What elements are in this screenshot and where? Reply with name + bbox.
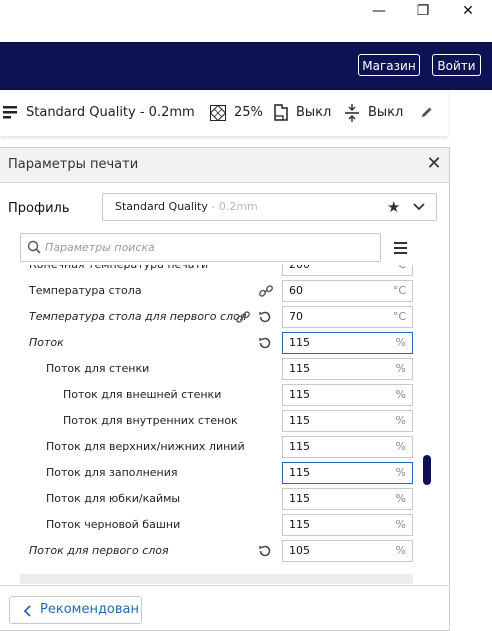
settings-list[interactable]: Конечная температура печати 200°C Темпер… [20, 265, 420, 583]
profile-label: Профиль [8, 201, 70, 216]
infill-value: 25% [234, 105, 263, 120]
reset-icon[interactable] [257, 335, 273, 351]
window-title-bar: — ❐ ✕ [0, 0, 492, 42]
star-icon[interactable]: ★ [387, 194, 400, 220]
setting-input-infill-flow[interactable]: 115% [282, 462, 413, 484]
setting-row-top-bottom-flow: Поток для верхних/нижних линий 115% [20, 434, 420, 460]
profile-dropdown[interactable]: Standard Quality - 0.2mm ★ [102, 193, 437, 221]
profile-layers-icon [3, 106, 17, 119]
link-icon[interactable] [235, 309, 251, 325]
profile-dropdown-value: Standard Quality - 0.2mm [115, 194, 258, 220]
profile-name: Standard Quality [115, 200, 208, 213]
setting-row-infill-flow: Поток для заполнения 115% [20, 460, 420, 486]
setting-input-initial-layer-flow[interactable]: 105% [282, 540, 413, 562]
maximize-icon[interactable]: ❐ [408, 4, 438, 18]
setting-row-skirt-brim-flow: Поток для юбки/каймы 115% [20, 486, 420, 512]
setting-row-prime-tower-flow: Поток черновой башни 115% [20, 512, 420, 538]
close-panel-icon[interactable]: ✕ [424, 154, 444, 174]
settings-search-input[interactable]: Параметры поиска [20, 233, 381, 262]
setting-row-final-print-temperature: Конечная температура печати 200°C [20, 265, 420, 278]
search-placeholder: Параметры поиска [45, 241, 155, 254]
close-window-icon[interactable]: ✕ [453, 4, 483, 18]
app-header: Магазин Войти [0, 42, 492, 90]
setting-row-flow: Поток 115% [20, 330, 420, 356]
chevron-down-icon[interactable] [412, 200, 426, 214]
panel-title: Параметры печати [8, 157, 139, 172]
print-settings-panel: Параметры печати ✕ Профиль Standard Qual… [0, 147, 450, 631]
reset-icon[interactable] [257, 309, 273, 325]
adhesion-icon [345, 104, 359, 122]
profile-layer-height: - 0.2mm [207, 200, 258, 213]
stage-profile-name: Standard Quality - 0.2mm [26, 105, 195, 120]
setting-row-outer-wall-flow: Поток для внешней стенки 115% [20, 382, 420, 408]
recommended-button[interactable]: Рекомендован [9, 596, 142, 624]
setting-input-outer-wall-flow[interactable]: 115% [282, 384, 413, 406]
pencil-icon[interactable] [421, 106, 433, 118]
setting-row-initial-layer-flow: Поток для первого слоя 105% [20, 538, 420, 564]
setting-row-inner-wall-flow: Поток для внутренних стенок 115% [20, 408, 420, 434]
print-setup-bar[interactable]: Standard Quality - 0.2mm 25% Выкл Выкл [0, 90, 448, 136]
setting-input-flow[interactable]: 115% [282, 332, 413, 354]
support-value: Выкл [296, 105, 332, 120]
infill-icon [210, 105, 226, 121]
support-icon [274, 104, 288, 121]
search-icon [27, 240, 41, 254]
settings-menu-icon[interactable] [394, 242, 407, 257]
recommended-label: Рекомендован [40, 602, 140, 617]
login-button[interactable]: Войти [432, 54, 481, 76]
link-icon[interactable] [258, 283, 274, 299]
next-category-header[interactable] [20, 574, 413, 584]
setting-input-bed-temperature-initial-layer[interactable]: 70 °C [282, 306, 413, 328]
setting-input-prime-tower-flow[interactable]: 115% [282, 514, 413, 536]
adhesion-value: Выкл [368, 105, 404, 120]
store-button[interactable]: Магазин [358, 54, 420, 76]
chevron-left-icon [23, 605, 31, 617]
setting-input-top-bottom-flow[interactable]: 115% [282, 436, 413, 458]
reset-icon[interactable] [257, 543, 273, 559]
settings-scrollbar[interactable] [423, 455, 431, 485]
setting-input-final-print-temperature[interactable]: 200°C [282, 265, 413, 276]
setting-row-wall-flow: Поток для стенки 115% [20, 356, 420, 382]
setting-input-wall-flow[interactable]: 115% [282, 358, 413, 380]
setting-row-bed-temperature: Температура стола 60 °C [20, 278, 420, 304]
setting-input-inner-wall-flow[interactable]: 115% [282, 410, 413, 432]
setting-input-skirt-brim-flow[interactable]: 115% [282, 488, 413, 510]
panel-header: Параметры печати ✕ [0, 148, 449, 183]
footer-divider [0, 585, 449, 586]
setting-row-bed-temperature-initial-layer: Температура стола для первого слоя 70 °C [20, 304, 420, 330]
minimize-icon[interactable]: — [364, 4, 394, 18]
setting-input-bed-temperature[interactable]: 60 °C [282, 280, 413, 302]
